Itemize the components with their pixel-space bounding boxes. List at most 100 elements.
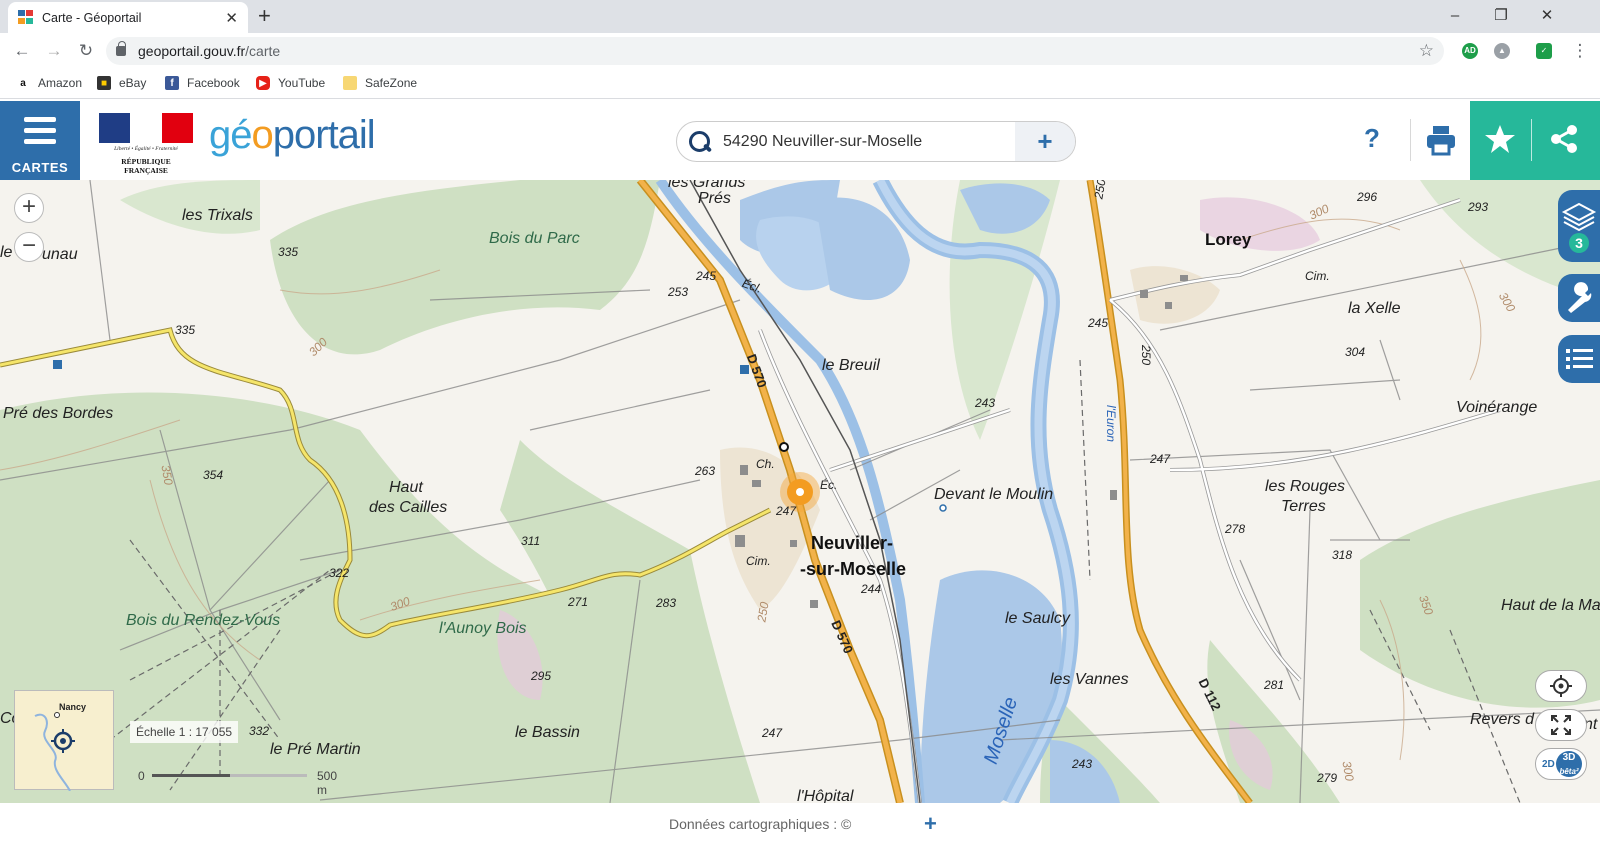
zoom-in-button[interactable]: + xyxy=(14,193,44,223)
search-bar: + xyxy=(676,121,1076,162)
republique-francaise-text: RÉPUBLIQUE FRANÇAISE xyxy=(121,157,171,175)
url-host: geoportail.gouv.fr xyxy=(138,43,246,59)
altitude-label: 318 xyxy=(1332,548,1353,562)
logo-text-part: portail xyxy=(272,113,376,157)
legend-list-tab[interactable] xyxy=(1558,335,1600,383)
bookmark-youtube[interactable]: ▶ YouTube xyxy=(256,76,325,90)
window-close-button[interactable]: ✕ xyxy=(1524,3,1570,29)
hamburger-menu-icon xyxy=(24,117,56,150)
altitude-label: 243 xyxy=(975,396,996,410)
map-label-neuviller: Neuviller- xyxy=(811,533,894,553)
mode-beta-label: bêta² xyxy=(1559,767,1579,776)
print-icon[interactable] xyxy=(1425,123,1457,157)
address-bar[interactable]: geoportail.gouv.fr /carte ☆ xyxy=(106,37,1444,65)
logo-text-part: gé xyxy=(209,113,252,157)
map-label-des-cailles: des Cailles xyxy=(369,499,448,516)
logo-text-part: o xyxy=(251,113,274,157)
search-icon[interactable] xyxy=(687,129,713,155)
drive-extension-icon[interactable]: ▲ xyxy=(1494,43,1510,59)
geolocate-button[interactable] xyxy=(1535,670,1587,702)
geoportail-favicon-icon xyxy=(18,9,34,26)
altitude-label: 245 xyxy=(696,269,717,283)
browser-tab-bar: Carte - Géoportail ✕ + – ❐ ✕ xyxy=(0,0,1600,33)
map-label-pre-des-bordes: Pré des Bordes xyxy=(3,405,114,422)
map-footer: Données cartographiques : © + xyxy=(0,803,1600,860)
youtube-icon: ▶ xyxy=(256,76,270,90)
advanced-search-button[interactable]: + xyxy=(1015,122,1075,161)
scale-text: Échelle 1 : 17 055 xyxy=(130,721,239,743)
map-label-le: le xyxy=(0,244,13,261)
mode-3d-button[interactable]: 3D bêta² xyxy=(1556,751,1582,777)
map-canvas[interactable]: les Grands Prés les Trixals Bois du Parc… xyxy=(0,180,1600,803)
altitude-label: 263 xyxy=(695,464,716,478)
view-mode-toggle[interactable]: 2D 3D bêta² xyxy=(1535,748,1587,780)
altitude-label: 335 xyxy=(175,323,196,337)
cartes-menu-button[interactable]: CARTES xyxy=(0,101,80,180)
altitude-label: 296 xyxy=(1357,190,1378,204)
bookmark-safezone[interactable]: SafeZone xyxy=(343,76,417,90)
map-label-bois-du-parc: Bois du Parc xyxy=(489,230,580,247)
scale-zero: 0 xyxy=(138,769,145,783)
layers-count-badge: 3 xyxy=(1575,235,1583,251)
reload-icon[interactable]: ↻ xyxy=(74,39,98,63)
search-input[interactable] xyxy=(723,132,1013,151)
bookmark-label: Amazon xyxy=(38,76,83,90)
map-label-bois-du-rendez-vous: Bois du Rendez-Vous xyxy=(126,612,281,629)
map-label-revers-de: Revers d xyxy=(1470,711,1535,728)
shield-extension-icon[interactable]: ✓ xyxy=(1536,43,1552,59)
share-icon[interactable] xyxy=(1548,123,1580,155)
new-tab-button[interactable]: + xyxy=(258,4,271,28)
bookmark-ebay[interactable]: ■ eBay xyxy=(97,76,146,90)
bookmark-facebook[interactable]: f Facebook xyxy=(165,76,240,90)
bookmark-amazon[interactable]: a Amazon xyxy=(16,76,82,90)
map-label-voinerange: Voinérange xyxy=(1456,399,1538,416)
adblock-extension-icon[interactable]: AD xyxy=(1462,43,1478,59)
mode-2d-label[interactable]: 2D xyxy=(1542,759,1555,770)
browser-menu-icon[interactable]: ⋮ xyxy=(1568,39,1592,63)
altitude-label: 244 xyxy=(861,582,882,596)
altitude-label: 271 xyxy=(568,595,589,609)
altitude-label: 247 xyxy=(762,726,783,740)
map-label-launoy-bois: l'Aunoy Bois xyxy=(439,620,527,637)
altitude-label: 279 xyxy=(1317,771,1338,785)
browser-tab[interactable]: Carte - Géoportail ✕ xyxy=(8,2,248,33)
fullscreen-button[interactable] xyxy=(1535,709,1587,741)
zoom-out-button[interactable]: − xyxy=(14,232,44,262)
map-label-pres: Prés xyxy=(698,190,731,207)
help-button[interactable]: ? xyxy=(1364,123,1380,154)
window-minimize-button[interactable]: – xyxy=(1432,3,1478,29)
altitude-label: 247 xyxy=(776,504,797,518)
geoportail-logo[interactable]: géoportail xyxy=(209,113,376,158)
map-label-les-vannes: les Vannes xyxy=(1050,671,1129,688)
geoportail-header: CARTES Liberté • Égalité • Fraternité RÉ… xyxy=(0,101,1600,180)
altitude-label: 304 xyxy=(1345,345,1366,359)
layers-tool-tab[interactable]: 3 xyxy=(1558,190,1600,262)
credits-expand-button[interactable]: + xyxy=(924,811,937,837)
map-label-cimetiere-1: Cim. xyxy=(746,554,771,568)
map-credits: Données cartographiques : © xyxy=(669,816,852,832)
altitude-label: 253 xyxy=(668,285,689,299)
overview-map[interactable]: Nancy xyxy=(14,690,114,791)
map-label-ecole: Éc. xyxy=(820,478,838,492)
map-label-devant-le-moulin: Devant le Moulin xyxy=(934,486,1054,503)
facebook-icon: f xyxy=(165,76,179,90)
fullscreen-icon xyxy=(1551,715,1571,735)
map-label-les-rouges: les Rouges xyxy=(1265,478,1346,495)
altitude-label: 250 xyxy=(1139,344,1154,366)
tab-close-icon[interactable]: ✕ xyxy=(225,9,238,27)
scale-line-secondary xyxy=(230,774,307,777)
folder-icon xyxy=(343,76,357,90)
forward-arrow-icon[interactable]: → xyxy=(42,39,66,63)
republique-francaise-logo[interactable]: Liberté • Égalité • Fraternité RÉPUBLIQU… xyxy=(99,113,193,175)
favorite-star-icon[interactable] xyxy=(1484,123,1516,155)
altitude-label: 243 xyxy=(1072,757,1093,771)
back-arrow-icon[interactable]: ← xyxy=(10,39,34,63)
bookmark-star-icon[interactable]: ☆ xyxy=(1419,41,1434,61)
layers-icon xyxy=(1561,202,1597,253)
map-label-sur-moselle: -sur-Moselle xyxy=(800,559,907,579)
map-label-chateau: Ch. xyxy=(756,457,775,471)
tools-tab[interactable] xyxy=(1558,274,1600,322)
marianne-flag-icon xyxy=(99,113,193,143)
window-maximize-button[interactable]: ❐ xyxy=(1478,3,1524,29)
altitude-label: 322 xyxy=(329,566,350,580)
